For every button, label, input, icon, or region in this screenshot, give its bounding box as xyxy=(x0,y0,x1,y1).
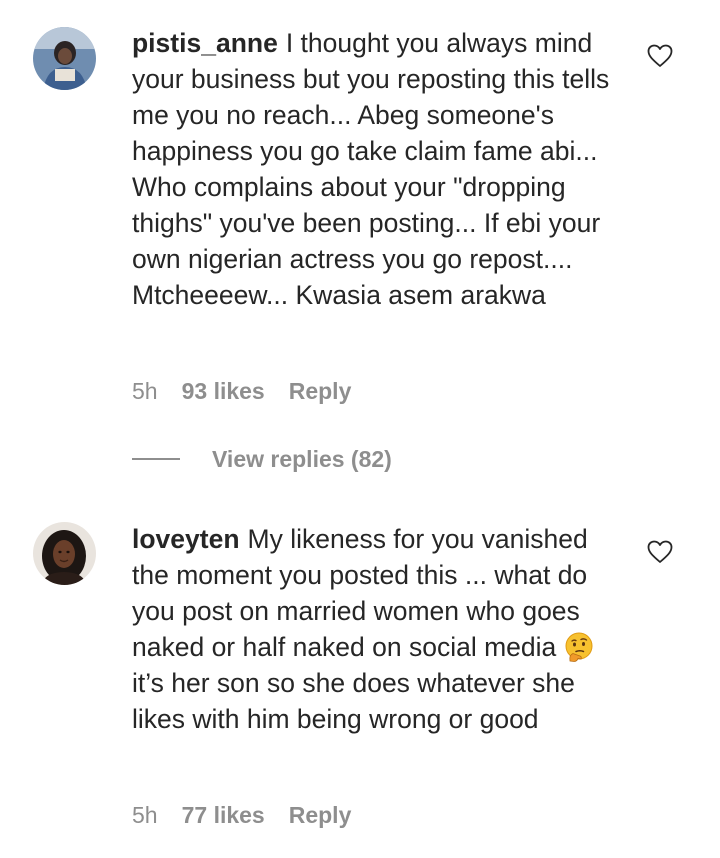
like-heart-icon[interactable] xyxy=(647,44,673,68)
comment-meta: 5h 77 likes Reply xyxy=(132,800,351,830)
view-replies-divider xyxy=(132,458,180,460)
comment-timestamp: 5h xyxy=(132,801,158,828)
avatar-image xyxy=(33,27,96,90)
comment-likes-count[interactable]: 77 likes xyxy=(182,802,265,829)
avatar-image xyxy=(33,522,96,585)
comment-likes-count[interactable]: 93 likes xyxy=(182,378,265,405)
comment-text: pistis_anne I thought you always mind you… xyxy=(132,25,627,313)
view-replies-button[interactable]: View replies (82) xyxy=(132,444,392,474)
comment-timestamp: 5h xyxy=(132,377,158,404)
view-replies-label: View replies (82) xyxy=(212,445,392,472)
comment-body: I thought you always mind your business … xyxy=(132,28,610,310)
reply-button[interactable]: Reply xyxy=(289,802,352,829)
reply-button[interactable]: Reply xyxy=(289,378,352,405)
comment-meta: 5h 93 likes Reply xyxy=(132,376,351,406)
thinking-face-icon xyxy=(565,632,593,662)
comment-body-continued: it’s her son so she does whatever she li… xyxy=(132,668,575,734)
comment-username[interactable]: loveyten xyxy=(132,524,240,554)
comment-text: loveyten My likeness for you vanished the… xyxy=(132,521,627,737)
comment-username[interactable]: pistis_anne xyxy=(132,28,278,58)
avatar[interactable] xyxy=(33,27,96,90)
avatar[interactable] xyxy=(33,522,96,585)
like-heart-icon[interactable] xyxy=(647,540,673,564)
